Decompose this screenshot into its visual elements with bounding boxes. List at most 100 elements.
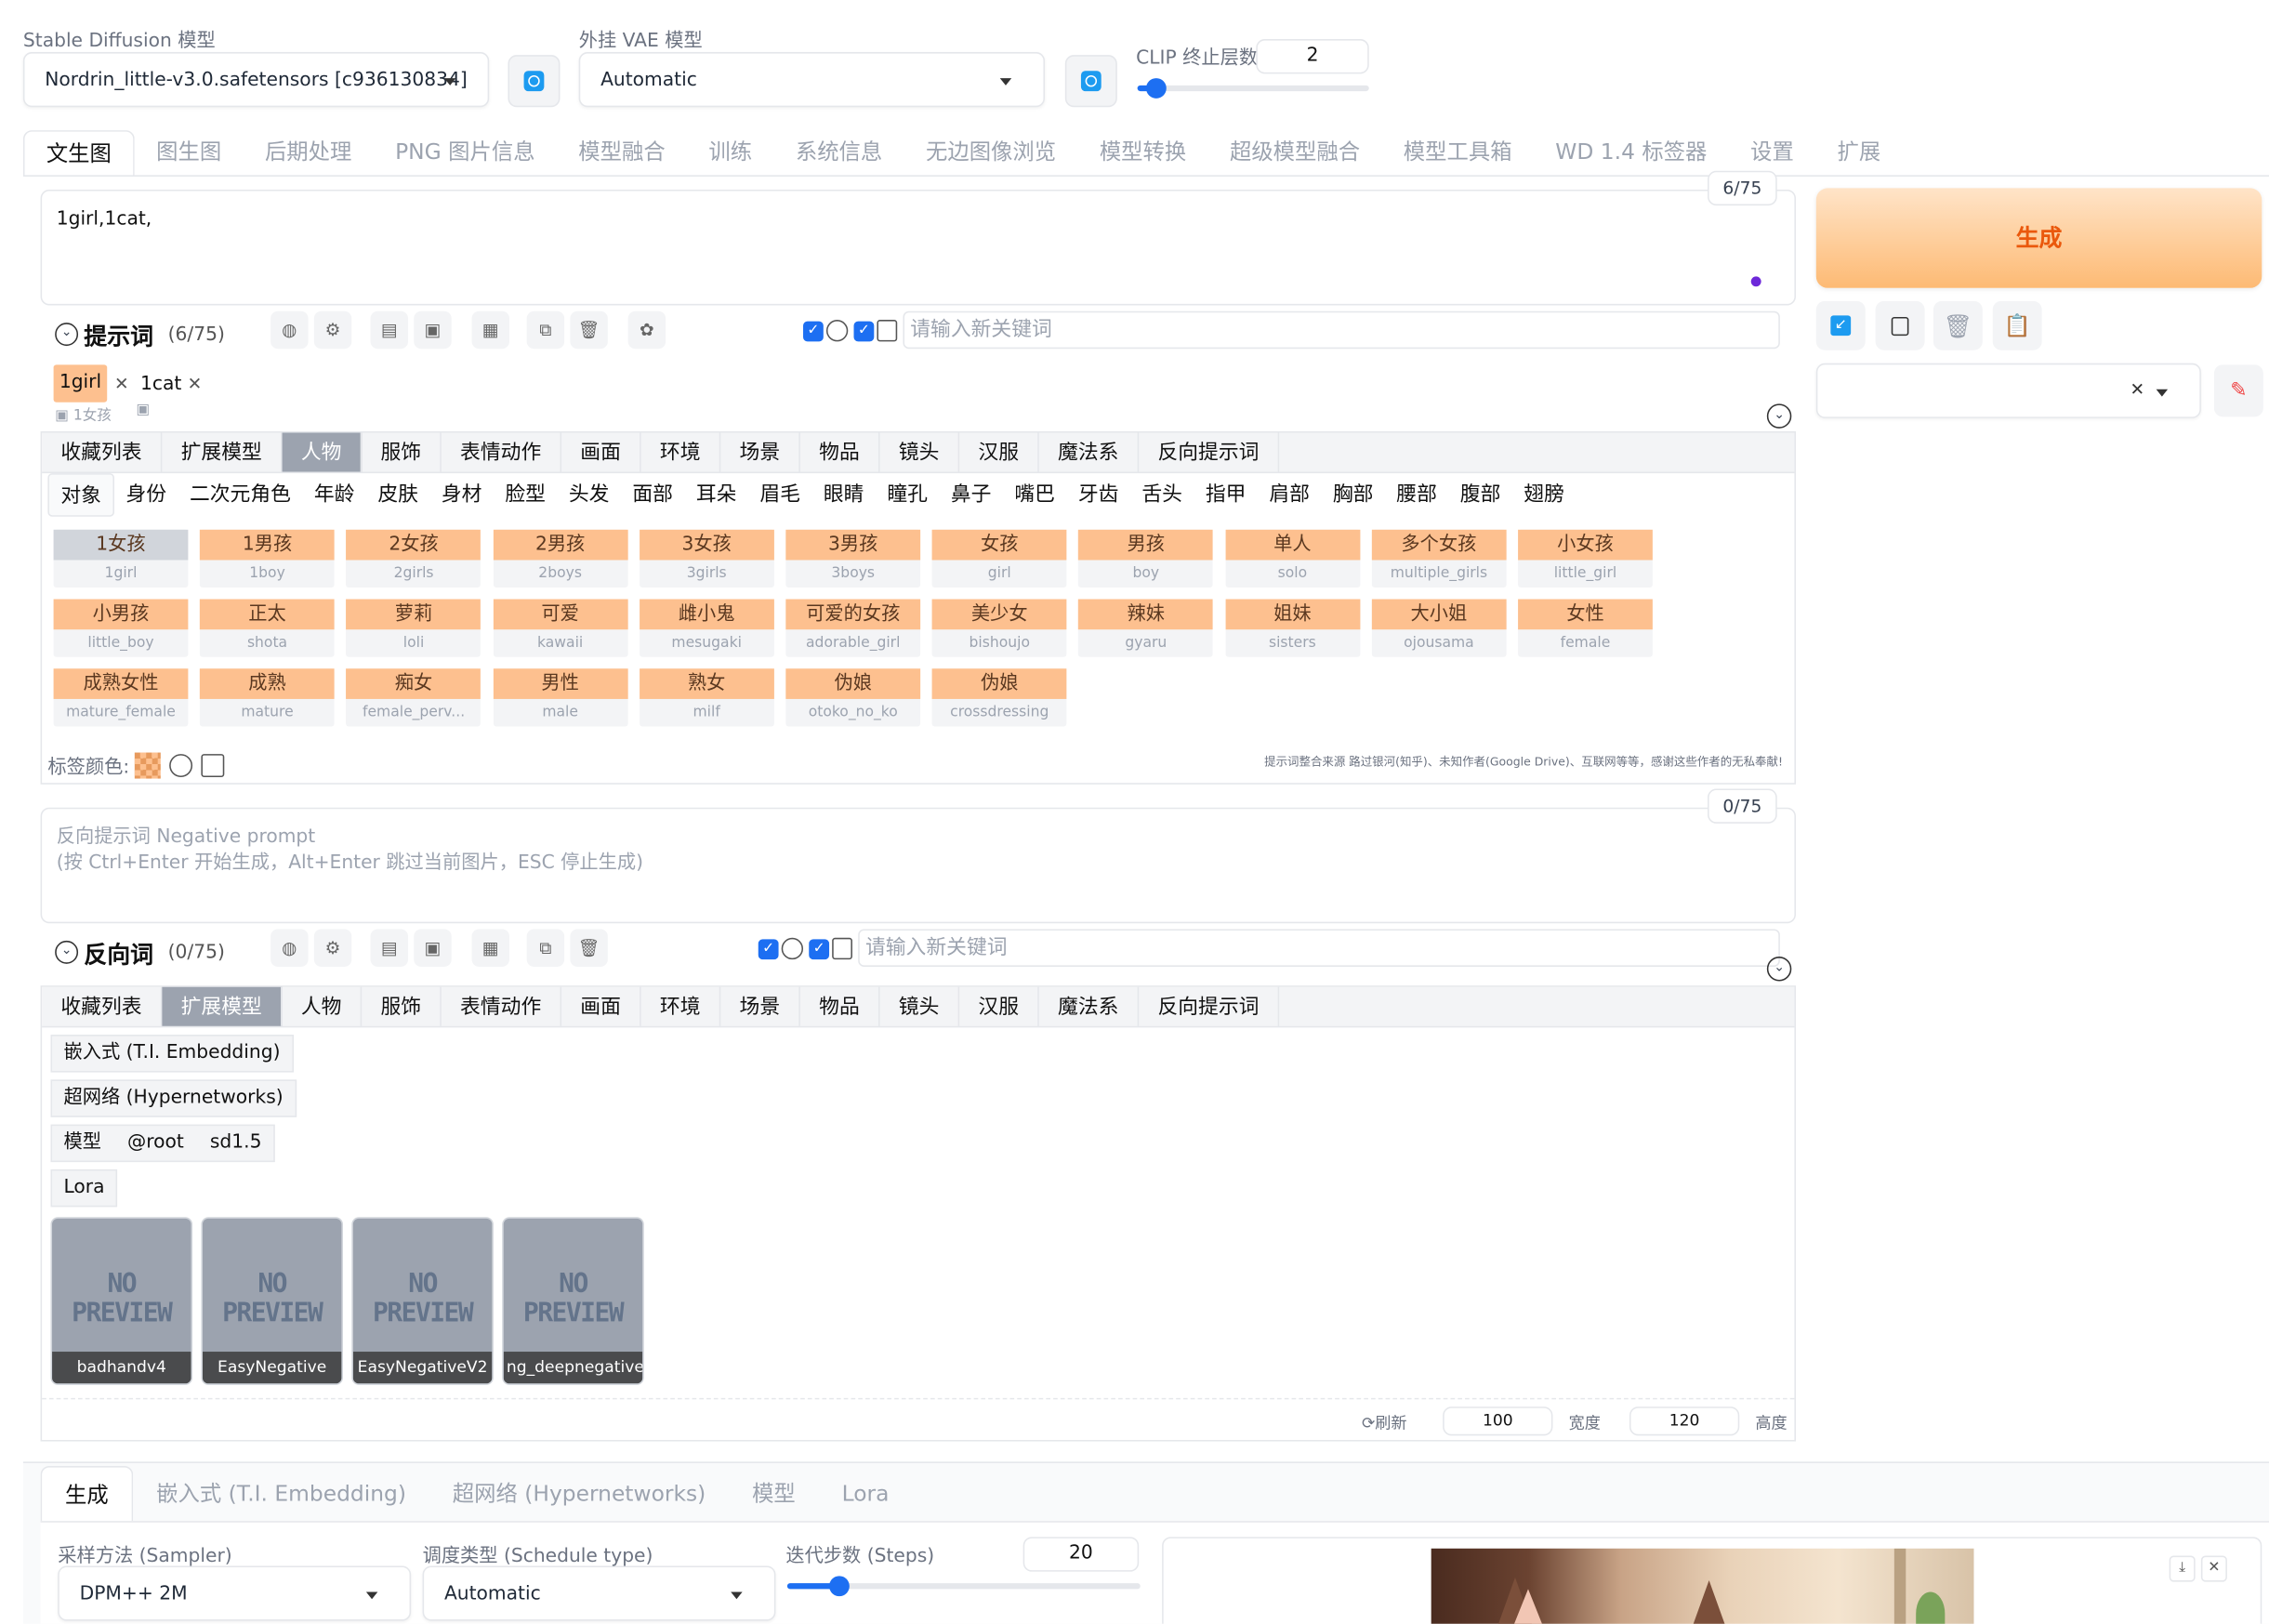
clipboard-button[interactable]: 📋 bbox=[1992, 300, 2042, 350]
sd-model-dropdown[interactable]: Nordrin_little-v3.0.safetensors [c936130… bbox=[22, 52, 490, 108]
negative-prompt-textarea[interactable]: 反向提示词 Negative prompt (按 Ctrl+Enter 开始生成… bbox=[40, 807, 1796, 924]
subcategory-tab-1[interactable]: 身份 bbox=[114, 473, 178, 517]
gear-icon[interactable]: ⚙ bbox=[313, 310, 352, 350]
tag-button[interactable]: 1女孩 1girl bbox=[53, 529, 189, 588]
embedding-card[interactable]: NO PREVIEW EasyNegative bbox=[201, 1217, 343, 1385]
chip-1cat[interactable]: 1cat ✕ bbox=[140, 364, 202, 402]
category-tab-8[interactable]: 物品 bbox=[800, 432, 880, 472]
category-tab-12[interactable]: 反向提示词 bbox=[1139, 986, 1280, 1026]
globe-icon[interactable]: ◍ bbox=[270, 310, 309, 350]
copy-icon[interactable]: ⧉ bbox=[526, 929, 565, 967]
refresh-vae-button[interactable] bbox=[1064, 55, 1117, 108]
category-tab-9[interactable]: 镜头 bbox=[880, 986, 960, 1026]
tab-2[interactable]: 后期处理 bbox=[244, 130, 374, 174]
edit-styles-button[interactable]: ✎ bbox=[2213, 364, 2263, 417]
tag-button[interactable]: 多个女孩 multiple_girls bbox=[1371, 529, 1507, 588]
tag-button[interactable]: 伪娘 otoko_no_ko bbox=[785, 668, 921, 727]
model-filter[interactable]: 模型 @root sd1.5 bbox=[50, 1124, 275, 1163]
bottom-tab-1[interactable]: 嵌入式 (T.I. Embedding) bbox=[133, 1466, 429, 1521]
category-tab-8[interactable]: 物品 bbox=[800, 986, 880, 1026]
reset-color-icon[interactable] bbox=[169, 753, 193, 777]
category-tab-7[interactable]: 场景 bbox=[720, 986, 800, 1026]
tag-button[interactable]: 3男孩 3boys bbox=[785, 529, 921, 588]
card-width-input[interactable]: 100 bbox=[1443, 1406, 1553, 1436]
vae-dropdown[interactable]: Automatic bbox=[578, 52, 1046, 108]
category-tab-10[interactable]: 汉服 bbox=[959, 432, 1039, 472]
subcategory-tab-16[interactable]: 舌头 bbox=[1130, 473, 1194, 517]
subcategory-tab-5[interactable]: 身材 bbox=[429, 473, 493, 517]
subcategory-tab-13[interactable]: 鼻子 bbox=[939, 473, 1002, 517]
category-tab-5[interactable]: 画面 bbox=[561, 986, 641, 1026]
tag-button[interactable]: 男孩 boy bbox=[1078, 529, 1214, 588]
tag-button[interactable]: 痴女 female_perv... bbox=[346, 668, 482, 727]
subcategory-tab-18[interactable]: 肩部 bbox=[1258, 473, 1321, 517]
bottom-tab-2[interactable]: 超网络 (Hypernetworks) bbox=[429, 1466, 729, 1521]
tab-7[interactable]: 无边图像浏览 bbox=[904, 130, 1078, 174]
history-icon[interactable] bbox=[825, 320, 849, 342]
tag-button[interactable]: 熟女 milf bbox=[639, 668, 774, 727]
category-tab-0[interactable]: 收藏列表 bbox=[42, 432, 163, 472]
tab-0[interactable]: 文生图 bbox=[22, 130, 135, 177]
card-height-input[interactable]: 120 bbox=[1629, 1406, 1740, 1436]
tag-button[interactable]: 成熟 mature bbox=[200, 668, 335, 727]
refresh-sd-model-button[interactable] bbox=[508, 55, 561, 108]
tab-10[interactable]: 模型工具箱 bbox=[1381, 130, 1533, 174]
tag-button[interactable]: 伪娘 crossdressing bbox=[931, 668, 1067, 727]
sampler-dropdown[interactable]: DPM++ 2M bbox=[58, 1565, 412, 1621]
lora-button[interactable]: Lora bbox=[50, 1168, 118, 1208]
category-tab-11[interactable]: 魔法系 bbox=[1039, 432, 1140, 472]
category-tab-12[interactable]: 反向提示词 bbox=[1139, 432, 1280, 472]
layout-icon[interactable] bbox=[832, 937, 852, 960]
clip-skip-input[interactable]: 2 bbox=[1256, 39, 1369, 74]
tab-3[interactable]: PNG 图片信息 bbox=[374, 130, 557, 174]
clip-skip-slider[interactable] bbox=[1137, 78, 1369, 99]
negative-keyword-input[interactable]: 请输入新关键词 bbox=[858, 929, 1780, 967]
translate-icon[interactable]: ▦ bbox=[471, 310, 509, 350]
copy-icon[interactable]: ⧉ bbox=[526, 310, 565, 350]
checkbox-2[interactable]: ✓ bbox=[853, 321, 875, 342]
subcategory-tab-21[interactable]: 腹部 bbox=[1448, 473, 1511, 517]
category-tab-3[interactable]: 服饰 bbox=[362, 986, 442, 1026]
clear-icon[interactable]: ✕ bbox=[2130, 379, 2145, 400]
chip-remove-icon[interactable]: ✕ bbox=[109, 364, 129, 402]
refresh-link[interactable]: ⟳刷新 bbox=[1362, 1411, 1407, 1434]
slider-handle[interactable] bbox=[1145, 78, 1167, 99]
tag-button[interactable]: 成熟女性 mature_female bbox=[53, 668, 189, 727]
subcategory-tab-6[interactable]: 脸型 bbox=[494, 473, 557, 517]
tab-4[interactable]: 模型融合 bbox=[557, 130, 687, 174]
expand-icon[interactable]: ⌄ bbox=[1766, 403, 1792, 429]
import-icon[interactable]: ▤ bbox=[370, 310, 409, 350]
category-tab-5[interactable]: 画面 bbox=[561, 432, 641, 472]
chip-1girl[interactable]: 1girl bbox=[53, 364, 108, 403]
tag-button[interactable]: 雌小鬼 mesugaki bbox=[639, 599, 774, 657]
trash-icon[interactable]: 🗑 bbox=[570, 929, 608, 967]
category-tab-6[interactable]: 环境 bbox=[641, 986, 721, 1026]
tag-button[interactable]: 女孩 girl bbox=[931, 529, 1067, 588]
layout-icon[interactable] bbox=[877, 320, 898, 342]
tag-button[interactable]: 男性 male bbox=[493, 668, 628, 727]
tag-button[interactable]: 美少女 bishoujo bbox=[931, 599, 1067, 657]
tab-11[interactable]: WD 1.4 标签器 bbox=[1534, 130, 1729, 174]
subcategory-tab-14[interactable]: 嘴巴 bbox=[1003, 473, 1066, 517]
tag-button[interactable]: 小女孩 little_girl bbox=[1518, 529, 1653, 588]
history-icon[interactable] bbox=[781, 937, 804, 960]
gear-icon[interactable]: ⚙ bbox=[313, 929, 352, 967]
slider-handle[interactable] bbox=[829, 1576, 850, 1597]
tab-13[interactable]: 扩展 bbox=[1815, 130, 1902, 174]
subcategory-tab-12[interactable]: 瞳孔 bbox=[876, 473, 939, 517]
category-tab-2[interactable]: 人物 bbox=[282, 432, 363, 472]
bottom-tab-0[interactable]: 生成 bbox=[40, 1466, 134, 1522]
clear-button[interactable] bbox=[1875, 300, 1925, 350]
category-tab-1[interactable]: 扩展模型 bbox=[162, 432, 283, 472]
category-tab-3[interactable]: 服饰 bbox=[362, 432, 442, 472]
embedding-card[interactable]: NO PREVIEW badhandv4 bbox=[50, 1217, 193, 1385]
hypernetwork-button[interactable]: 超网络 (Hypernetworks) bbox=[50, 1079, 297, 1117]
subcategory-tab-17[interactable]: 指甲 bbox=[1194, 473, 1257, 517]
embedding-card[interactable]: NO PREVIEW ng_deepnegative_v1_75t bbox=[502, 1217, 644, 1385]
translate-icon[interactable]: ▣ bbox=[136, 403, 150, 418]
tag-button[interactable]: 1男孩 1boy bbox=[200, 529, 335, 588]
category-tab-4[interactable]: 表情动作 bbox=[442, 986, 562, 1026]
openai-icon[interactable]: ✿ bbox=[627, 310, 666, 350]
tag-button[interactable]: 萝莉 loli bbox=[346, 599, 482, 657]
tag-button[interactable]: 3女孩 3girls bbox=[639, 529, 774, 588]
